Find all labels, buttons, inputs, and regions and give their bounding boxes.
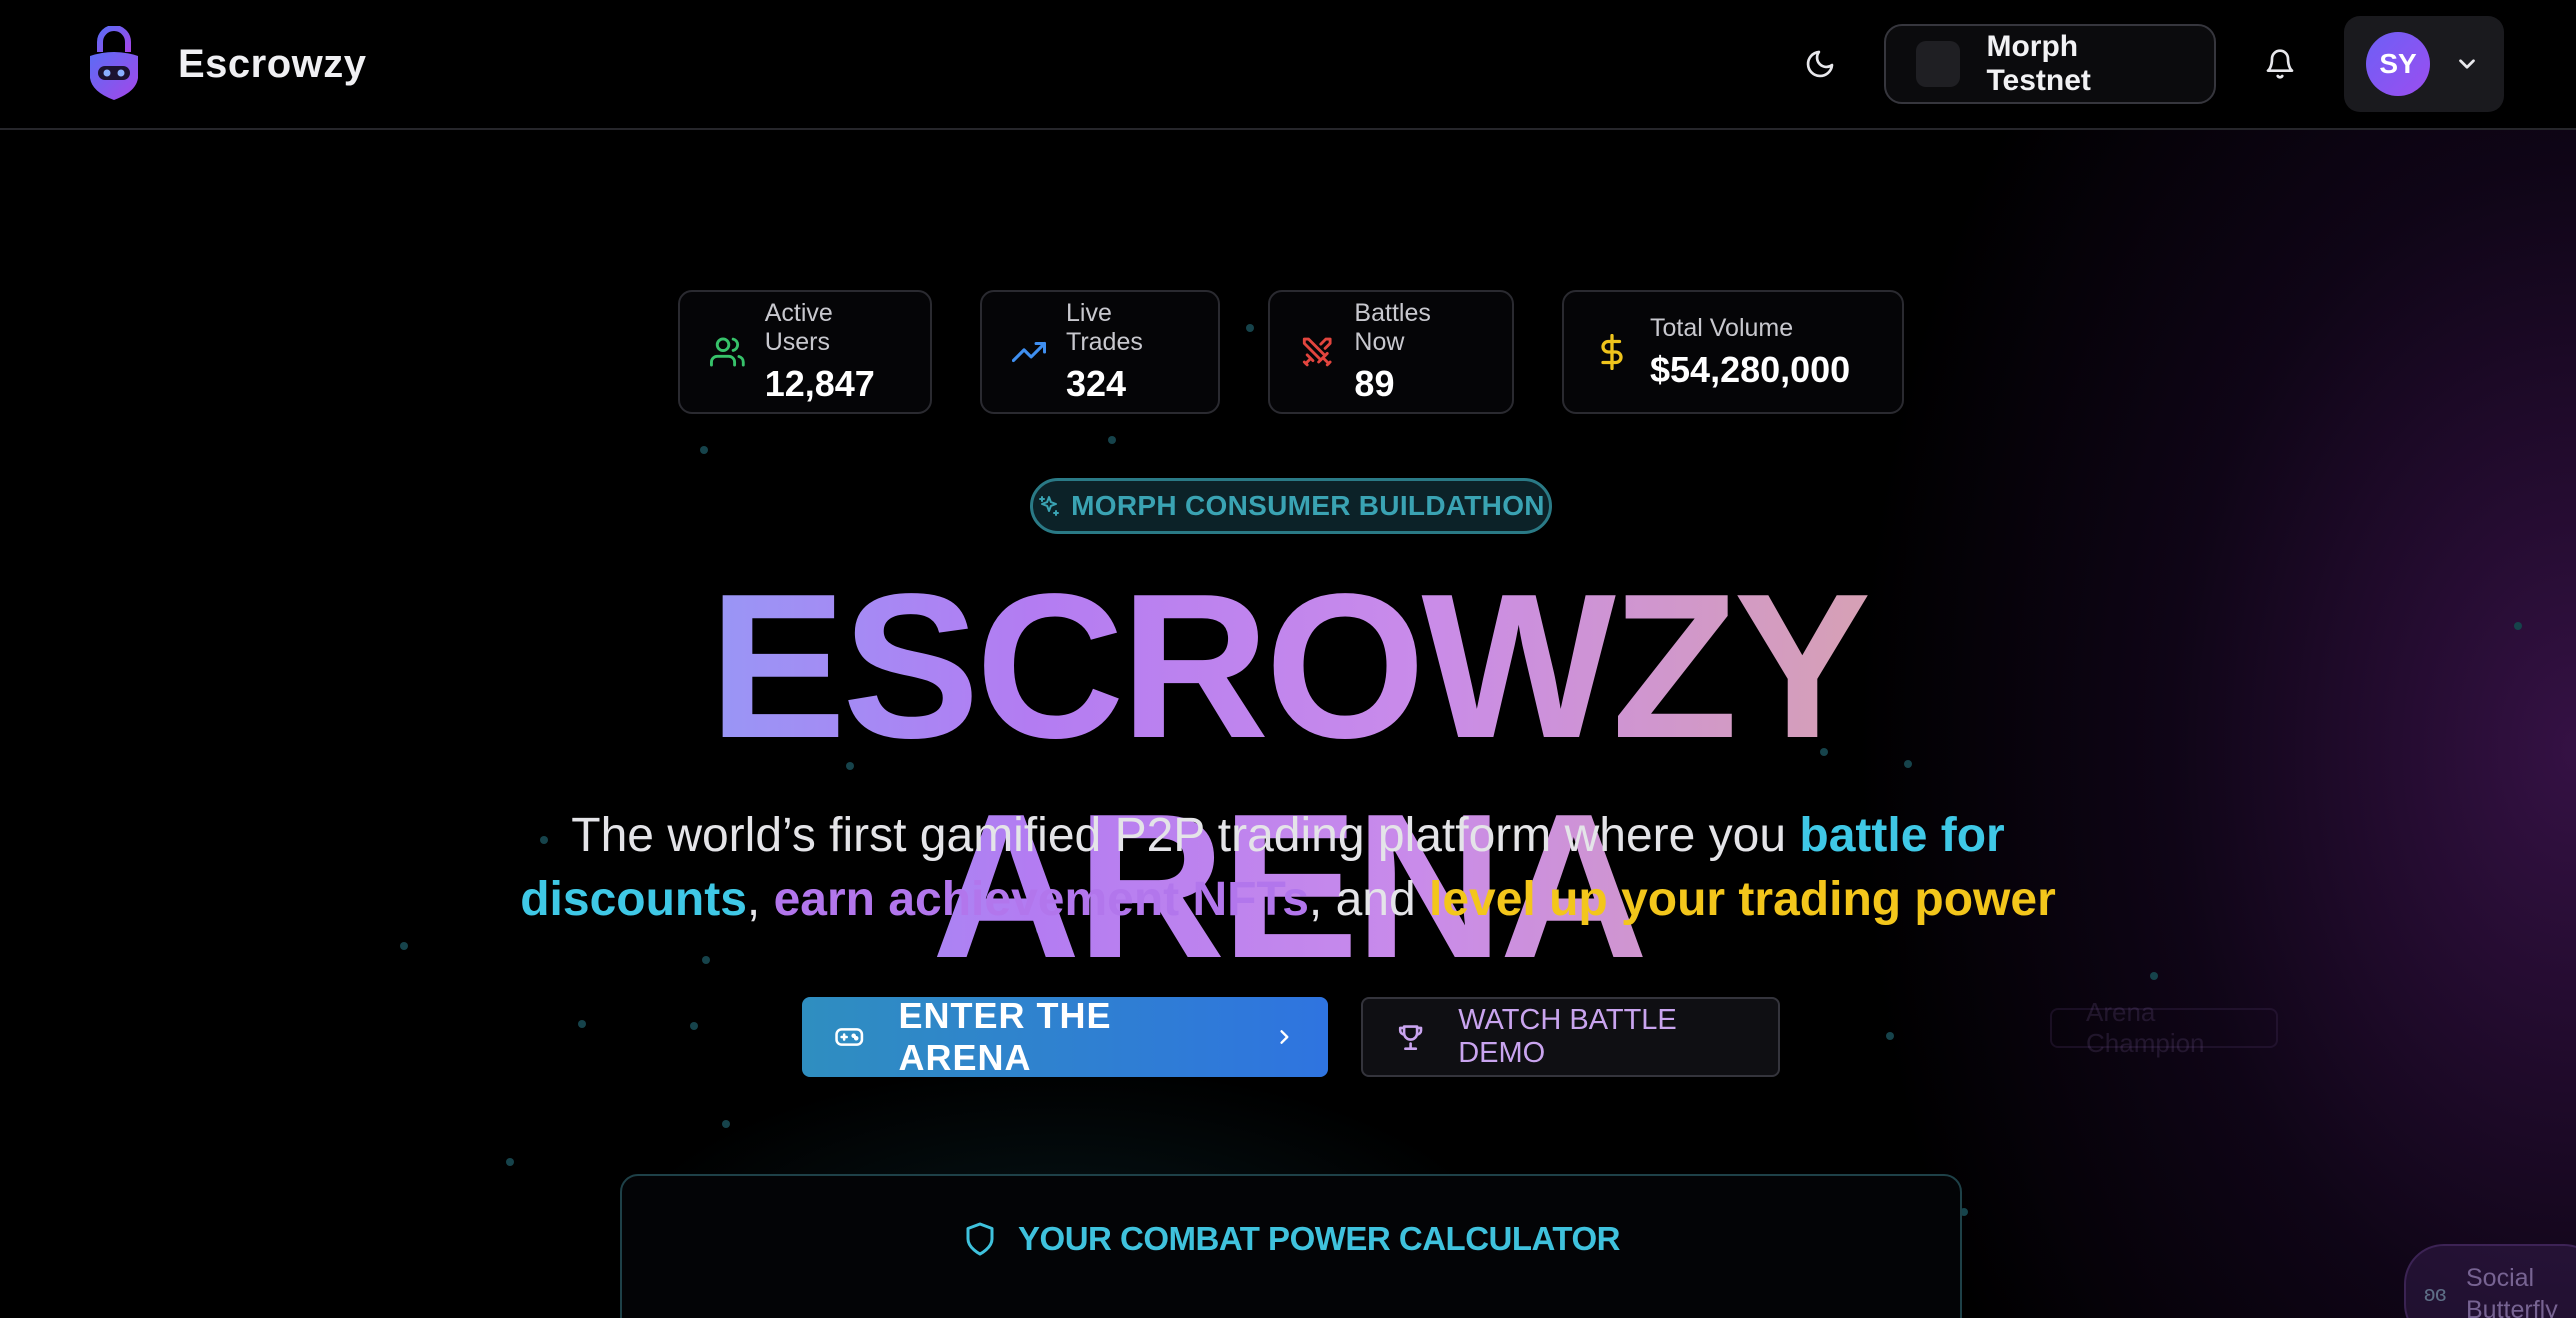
swords-icon xyxy=(1302,337,1332,367)
hero-subtitle: The world’s first gamified P2P trading p… xyxy=(460,804,2116,932)
user-menu-button[interactable]: SY xyxy=(2344,16,2504,112)
chevron-down-icon xyxy=(2459,59,2475,69)
sparkles-icon xyxy=(1039,496,1060,516)
subtitle-text: , and xyxy=(1308,873,1429,926)
network-label: Morph Testnet xyxy=(1986,30,2091,97)
top-navbar: Escrowzy Morph Testnet SY xyxy=(0,0,2576,130)
watch-battle-demo-button[interactable]: WATCH BATTLE DEMO xyxy=(1361,997,1780,1077)
stat-label: Live Trades xyxy=(1065,299,1143,356)
stat-value: $54,280,000 xyxy=(1650,348,1851,390)
stat-card-total-volume: Total Volume $54,280,000 xyxy=(1562,290,1904,414)
badge-label: MORPH CONSUMER BUILDATHON xyxy=(1071,490,1545,521)
brand-name[interactable]: Escrowzy xyxy=(178,42,367,87)
enter-arena-button[interactable]: ENTER THE ARENA xyxy=(802,995,1328,1078)
particle xyxy=(1246,324,1254,332)
floating-tag-label: Social Butterfly xyxy=(2466,1264,2558,1318)
trending-up-icon xyxy=(1012,341,1046,363)
stat-card-live-trades: Live Trades 324 xyxy=(980,290,1220,414)
particle xyxy=(690,1022,698,1030)
trophy-icon xyxy=(1398,1025,1423,1051)
particle xyxy=(1108,436,1116,444)
combat-power-calculator-card: YOUR COMBAT POWER CALCULATOR xyxy=(620,1174,1962,1318)
chevron-right-icon xyxy=(1280,1030,1289,1044)
stat-label: Battles Now xyxy=(1354,299,1431,356)
particle xyxy=(722,1120,730,1128)
shield-icon xyxy=(966,1222,994,1256)
enter-arena-label: ENTER THE ARENA xyxy=(898,995,1112,1078)
calculator-title-label: YOUR COMBAT POWER CALCULATOR xyxy=(1018,1220,1620,1257)
network-selector-button[interactable]: Morph Testnet xyxy=(1884,24,2216,104)
avatar: SY xyxy=(2366,32,2430,96)
floating-tag-arena-champion: Arena Champion xyxy=(2050,997,2278,1058)
subtitle-text: The world’s first gamified P2P trading p… xyxy=(571,809,1800,862)
butterfly-icon: ʚɞ xyxy=(2424,1281,2447,1306)
notifications-bell-icon[interactable] xyxy=(2250,34,2310,94)
stat-value: 89 xyxy=(1354,363,1395,404)
subtitle-text: , xyxy=(746,873,774,926)
escrowzy-logo-icon[interactable] xyxy=(86,26,142,102)
particle xyxy=(700,446,708,454)
users-icon xyxy=(710,337,745,367)
network-icon xyxy=(1916,41,1961,87)
gamepad-icon xyxy=(835,1028,864,1046)
theme-toggle-moon-icon[interactable] xyxy=(1790,34,1850,94)
stat-value: 12,847 xyxy=(764,363,875,404)
calculator-title: YOUR COMBAT POWER CALCULATOR xyxy=(622,1220,1960,1258)
subtitle-highlight-level-up: level up your trading power xyxy=(1429,873,2056,926)
stat-card-battles-now: Battles Now 89 xyxy=(1268,290,1514,414)
stat-card-active-users: Active Users 12,847 xyxy=(678,290,932,414)
buildathon-badge: MORPH CONSUMER BUILDATHON xyxy=(1030,478,1552,534)
particle xyxy=(1886,1032,1894,1040)
stat-label: Total Volume xyxy=(1650,313,1794,342)
dollar-icon xyxy=(1601,334,1623,370)
watch-demo-label: WATCH BATTLE DEMO xyxy=(1458,1004,1677,1069)
stat-value: 324 xyxy=(1065,363,1127,404)
particle xyxy=(578,1020,586,1028)
subtitle-highlight-nfts: earn achievement NFTs xyxy=(773,873,1309,926)
particle xyxy=(506,1158,514,1166)
floating-tag-label: Arena Champion xyxy=(2086,997,2205,1058)
floating-tag-social-butterfly: ʚɞ Social Butterfly xyxy=(2404,1244,2576,1318)
stat-label: Active Users xyxy=(764,299,833,356)
